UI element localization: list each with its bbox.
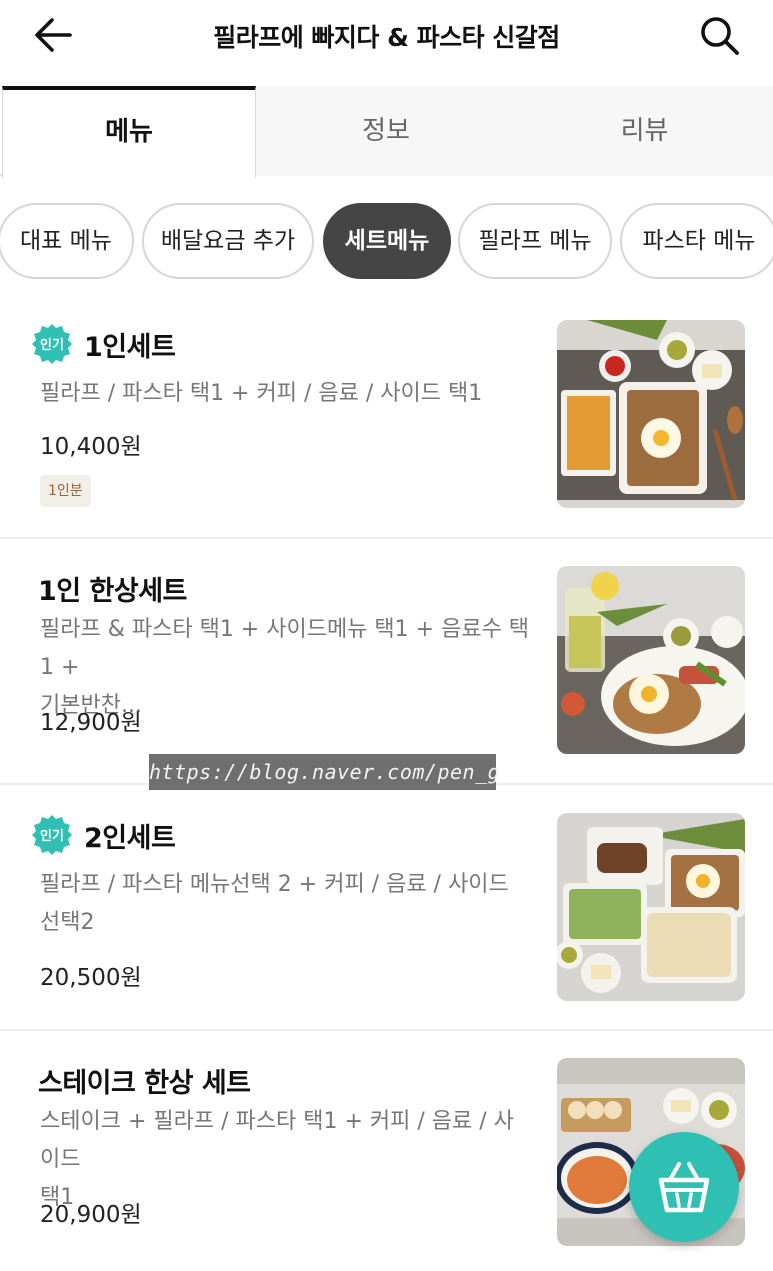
arrow-left-icon (35, 18, 72, 52)
category-chips: 대표 메뉴 배달요금 추가 세트메뉴 필라프 메뉴 파스타 메뉴 (0, 203, 773, 283)
item-photo (557, 320, 745, 508)
chip-delivery-fee[interactable]: 배달요금 추가 (142, 203, 314, 279)
item-price: 20,500원 (40, 965, 142, 991)
serving-tag: 1인분 (40, 475, 91, 507)
tab-info[interactable]: 정보 (256, 86, 516, 176)
item-name: 1인 한상세트 (38, 575, 187, 607)
chip-signature-menu[interactable]: 대표 메뉴 (0, 203, 134, 279)
item-price: 20,900원 (40, 1202, 142, 1228)
item-photo (557, 813, 745, 1001)
chip-set-menu[interactable]: 세트메뉴 (323, 203, 451, 279)
item-description: 필라프 / 파스타 택1 + 커피 / 음료 / 사이드 택1 (40, 381, 483, 406)
item-price: 12,900원 (40, 710, 142, 736)
shopping-basket-icon (658, 1162, 710, 1213)
search-button[interactable] (696, 12, 744, 60)
menu-item[interactable]: 인기 1인세트 필라프 / 파스타 택1 + 커피 / 음료 / 사이드 택1 … (0, 320, 773, 538)
menu-item[interactable]: 1인 한상세트 필라프 & 파스타 택1 + 사이드메뉴 택1 + 음료수 택1… (0, 566, 773, 784)
item-name: 스테이크 한상 세트 (38, 1067, 251, 1099)
popular-badge-label: 인기 (40, 337, 64, 353)
blog-watermark: https://blog.naver.com/pen_g (149, 754, 500, 790)
item-photo (557, 566, 745, 754)
popular-badge-icon: 인기 (32, 324, 72, 364)
chip-pilaf-menu[interactable]: 필라프 메뉴 (458, 203, 612, 279)
popular-badge-label: 인기 (40, 828, 64, 844)
tab-bar: 메뉴 정보 리뷰 (0, 86, 773, 178)
item-price: 10,400원 (40, 434, 142, 460)
divider (0, 537, 773, 539)
popular-badge-icon: 인기 (32, 815, 72, 855)
item-description: 필라프 / 파스타 메뉴선택 2 + 커피 / 음료 / 사이드 선택2 (40, 872, 509, 935)
item-name: 1인세트 (84, 331, 176, 363)
item-name: 2인세트 (84, 822, 176, 854)
page-title: 필라프에 빠지다 & 파스타 신갈점 (213, 23, 560, 52)
search-icon (701, 17, 739, 55)
tab-review[interactable]: 리뷰 (516, 86, 773, 176)
tab-menu[interactable]: 메뉴 (2, 86, 256, 178)
back-button[interactable] (30, 14, 76, 56)
divider (0, 1029, 773, 1031)
top-bar: 필라프에 빠지다 & 파스타 신갈점 (0, 0, 773, 88)
cart-button[interactable] (629, 1132, 739, 1242)
menu-item[interactable]: 인기 2인세트 필라프 / 파스타 메뉴선택 2 + 커피 / 음료 / 사이드… (0, 813, 773, 1031)
chip-pasta-menu[interactable]: 파스타 메뉴 (620, 203, 773, 279)
